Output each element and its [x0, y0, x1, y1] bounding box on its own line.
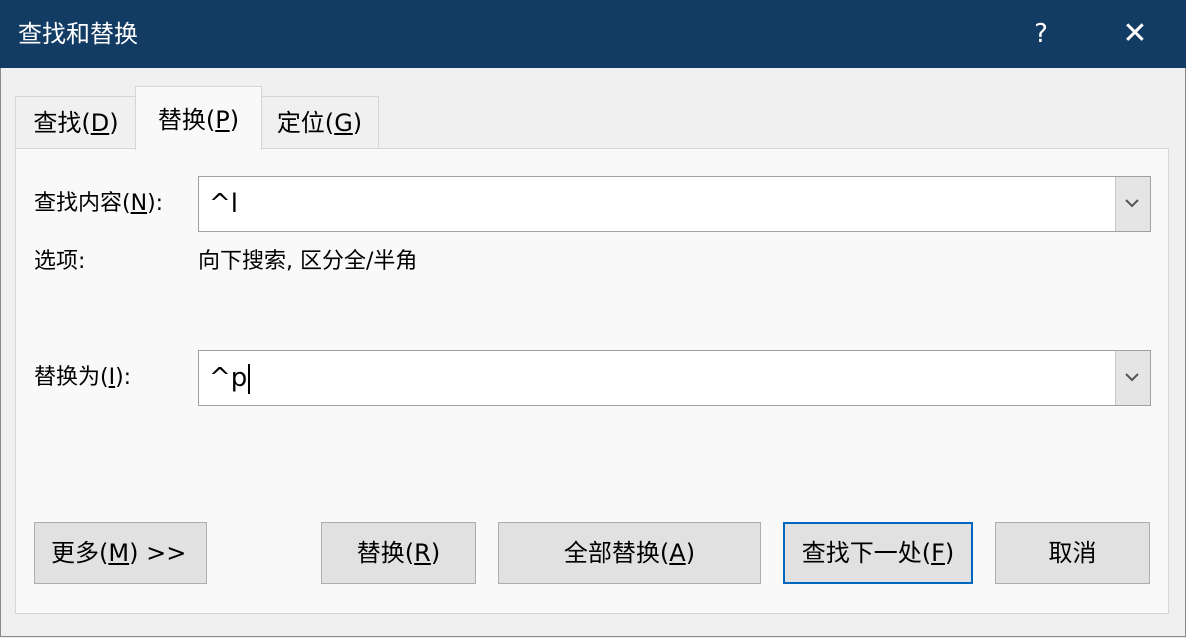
more-label-post: ) >>	[129, 539, 187, 567]
replace-all-button[interactable]: 全部替换(A)	[498, 522, 761, 584]
more-accel: M	[108, 539, 130, 567]
replace-button[interactable]: 替换(R)	[321, 522, 476, 584]
replace-with-combobox[interactable]: ^p	[198, 350, 1151, 406]
text-caret	[248, 363, 251, 394]
replace-btn-label-post: )	[430, 539, 441, 567]
cancel-button[interactable]: 取消	[995, 522, 1150, 584]
options-label: 选项:	[34, 249, 86, 274]
title-bar: 查找和替换 ? ✕	[0, 0, 1186, 68]
tab-replace[interactable]: 替换(P)	[135, 86, 262, 150]
tab-replace-accel: P	[215, 106, 230, 134]
replace-btn-label-pre: 替换(	[356, 539, 415, 567]
find-what-combobox[interactable]: ^l	[198, 176, 1151, 232]
help-button[interactable]: ?	[1018, 12, 1064, 56]
replace-all-label-pre: 全部替换(	[563, 539, 670, 567]
close-icon: ✕	[1122, 16, 1148, 51]
tab-replace-label-post: )	[229, 106, 240, 134]
replace-label-pre: 替换为(	[34, 365, 109, 390]
window-title: 查找和替换	[18, 20, 138, 48]
chevron-down-icon	[1125, 373, 1139, 382]
replace-all-accel: A	[669, 539, 686, 567]
replace-with-input[interactable]: ^p	[209, 361, 251, 395]
replace-label-post: ):	[115, 365, 132, 390]
tab-find-label-pre: 查找(	[33, 109, 91, 137]
find-next-button[interactable]: 查找下一处(F)	[783, 522, 973, 584]
find-next-label-pre: 查找下一处(	[801, 539, 932, 567]
find-next-accel: F	[931, 539, 945, 567]
replace-dropdown-button[interactable]	[1115, 351, 1150, 405]
replace-with-value: ^p	[209, 363, 248, 393]
tab-find-label-post: )	[109, 109, 119, 137]
tab-goto-label-post: )	[352, 109, 363, 137]
replace-all-label-post: )	[685, 539, 696, 567]
tab-goto[interactable]: 定位(G)	[260, 96, 379, 149]
close-button[interactable]: ✕	[1110, 12, 1160, 56]
find-label-accel: N	[130, 191, 148, 216]
tab-goto-label-pre: 定位(	[276, 109, 335, 137]
find-dropdown-button[interactable]	[1115, 177, 1150, 231]
find-what-label: 查找内容(N):	[34, 189, 163, 219]
tab-find-accel: D	[90, 109, 110, 137]
find-label-post: ):	[147, 191, 164, 216]
options-value: 向下搜索, 区分全/半角	[198, 249, 418, 274]
tab-find[interactable]: 查找(D)	[15, 96, 137, 149]
find-what-input[interactable]: ^l	[209, 187, 238, 221]
more-label-pre: 更多(	[51, 539, 109, 567]
find-next-label-post: )	[944, 539, 955, 567]
more-button[interactable]: 更多(M) >>	[34, 522, 207, 584]
replace-btn-accel: R	[414, 539, 431, 567]
chevron-down-icon	[1125, 199, 1139, 208]
tab-replace-label-pre: 替换(	[157, 106, 216, 134]
find-label-pre: 查找内容(	[34, 191, 131, 216]
tab-goto-accel: G	[334, 109, 353, 137]
replace-with-label: 替换为(I):	[34, 363, 131, 393]
